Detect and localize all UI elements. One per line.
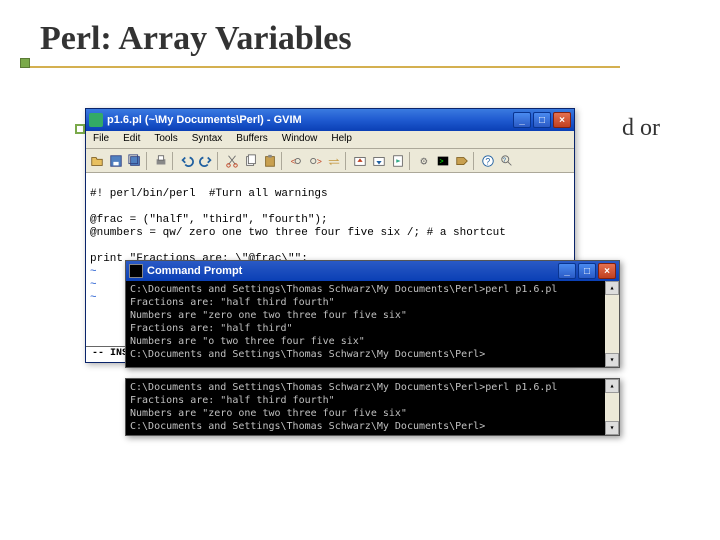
copy-icon[interactable] [242, 152, 260, 170]
gvim-app-icon [89, 113, 103, 127]
scroll-up-icon[interactable]: ▴ [605, 281, 619, 295]
ctags-icon[interactable] [453, 152, 471, 170]
gvim-toolbar: < > ⚙ > ? ? [86, 149, 574, 173]
menu-buffers[interactable]: Buffers [229, 131, 275, 148]
cmd-line: C:\Documents and Settings\Thomas Schwarz… [130, 284, 557, 295]
run-script-icon[interactable] [389, 152, 407, 170]
cmd-titlebar[interactable]: Command Prompt _ □ × [126, 261, 619, 281]
cmd-line: Numbers are "zero one two three four fiv… [130, 408, 407, 419]
gvim-title-text: p1.6.pl (~\My Documents\Perl) - GVIM [107, 114, 302, 126]
toolbar-separator [409, 152, 413, 170]
cmd-line: C:\Documents and Settings\Thomas Schwarz… [130, 421, 485, 432]
cmd-output-area[interactable]: C:\Documents and Settings\Thomas Schwarz… [126, 281, 619, 367]
menu-syntax[interactable]: Syntax [185, 131, 230, 148]
cmd-icon [129, 264, 143, 278]
find-next-icon[interactable]: > [306, 152, 324, 170]
find-help-icon[interactable]: ? [498, 152, 516, 170]
toolbar-separator [281, 152, 285, 170]
scroll-down-icon[interactable]: ▾ [605, 353, 619, 367]
empty-line-tilde: ~ ~ ~ [90, 266, 97, 304]
menu-window[interactable]: Window [275, 131, 325, 148]
close-button[interactable]: × [553, 112, 571, 128]
page-title: Perl: Array Variables [40, 20, 680, 58]
help-icon[interactable]: ? [479, 152, 497, 170]
bullet-square [75, 124, 85, 134]
replace-icon[interactable] [325, 152, 343, 170]
paste-icon[interactable] [261, 152, 279, 170]
menu-edit[interactable]: Edit [116, 131, 147, 148]
svg-text:?: ? [503, 156, 507, 163]
cmd-line: Numbers are "o two three four five six" [130, 336, 365, 347]
menu-file[interactable]: File [86, 131, 116, 148]
cmd-line: Fractions are: "half third" [130, 323, 293, 334]
undo-icon[interactable] [178, 152, 196, 170]
scroll-down-icon[interactable]: ▾ [605, 421, 619, 435]
find-prev-icon[interactable]: < [287, 152, 305, 170]
open-icon[interactable] [88, 152, 106, 170]
gvim-menubar: File Edit Tools Syntax Buffers Window He… [86, 131, 574, 149]
code-line: @numbers = qw/ zero one two three four f… [90, 227, 506, 239]
cmd-output-area[interactable]: C:\Documents and Settings\Thomas Schwarz… [126, 379, 619, 435]
title-underline [20, 66, 620, 68]
svg-text:?: ? [485, 156, 490, 166]
command-prompt-window-2: C:\Documents and Settings\Thomas Schwarz… [125, 378, 620, 436]
toolbar-separator [345, 152, 349, 170]
background-text-fragment: d or [622, 115, 660, 142]
minimize-button[interactable]: _ [558, 263, 576, 279]
save-all-icon[interactable] [126, 152, 144, 170]
maximize-button[interactable]: □ [578, 263, 596, 279]
close-button[interactable]: × [598, 263, 616, 279]
scrollbar[interactable]: ▴ ▾ [605, 281, 619, 367]
code-line: #! perl/bin/perl #Turn all warnings [90, 188, 328, 200]
shell-icon[interactable]: > [434, 152, 452, 170]
redo-icon[interactable] [197, 152, 215, 170]
toolbar-separator [217, 152, 221, 170]
save-icon[interactable] [107, 152, 125, 170]
svg-text:⚙: ⚙ [420, 156, 429, 167]
print-icon[interactable] [152, 152, 170, 170]
maximize-button[interactable]: □ [533, 112, 551, 128]
scroll-up-icon[interactable]: ▴ [605, 379, 619, 393]
cmd-line: Numbers are "zero one two three four fiv… [130, 310, 407, 321]
toolbar-separator [172, 152, 176, 170]
cut-icon[interactable] [223, 152, 241, 170]
toolbar-separator [146, 152, 150, 170]
cmd-line: Fractions are: "half third fourth" [130, 395, 335, 406]
gvim-titlebar[interactable]: p1.6.pl (~\My Documents\Perl) - GVIM _ □… [86, 109, 574, 131]
cmd-line: C:\Documents and Settings\Thomas Schwarz… [130, 349, 485, 360]
load-session-icon[interactable] [351, 152, 369, 170]
scrollbar[interactable]: ▴ ▾ [605, 379, 619, 435]
make-icon[interactable]: ⚙ [415, 152, 433, 170]
toolbar-separator [473, 152, 477, 170]
svg-text:>: > [440, 158, 444, 165]
menu-tools[interactable]: Tools [147, 131, 184, 148]
command-prompt-window: Command Prompt _ □ × C:\Documents and Se… [125, 260, 620, 368]
cmd-title-text: Command Prompt [147, 265, 242, 277]
menu-help[interactable]: Help [324, 131, 359, 148]
save-session-icon[interactable] [370, 152, 388, 170]
svg-text:>: > [317, 156, 322, 166]
cmd-line: C:\Documents and Settings\Thomas Schwarz… [130, 382, 557, 393]
minimize-button[interactable]: _ [513, 112, 531, 128]
accent-square [20, 58, 30, 68]
code-line: @frac = ("half", "third", "fourth"); [90, 214, 328, 226]
cmd-line: Fractions are: "half third fourth" [130, 297, 335, 308]
